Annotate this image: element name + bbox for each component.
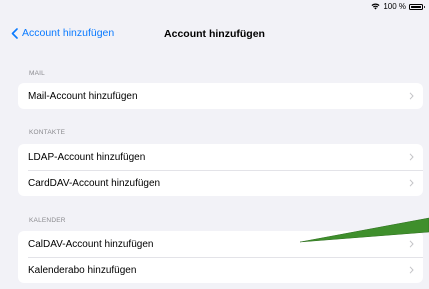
status-bar: 100 %: [0, 0, 429, 16]
battery-icon: [409, 3, 425, 10]
chevron-right-icon: [409, 266, 414, 274]
wifi-icon: [371, 3, 380, 10]
mail-group: Mail-Account hinzufügen: [18, 83, 423, 109]
chevron-right-icon: [409, 92, 414, 100]
calendar-group: CalDAV-Account hinzufügen Kalenderabo hi…: [18, 231, 423, 283]
section-header-mail: MAIL: [29, 70, 45, 77]
row-mail-account[interactable]: Mail-Account hinzufügen: [18, 83, 423, 109]
row-label: CalDAV-Account hinzufügen: [28, 238, 154, 250]
row-carddav-account[interactable]: CardDAV-Account hinzufügen: [18, 170, 423, 196]
row-label: Kalenderabo hinzufügen: [28, 264, 137, 276]
section-header-contacts: KONTAKTE: [29, 129, 66, 136]
navigation-bar: Account hinzufügen Account hinzufügen: [0, 20, 429, 48]
row-calendar-subscription[interactable]: Kalenderabo hinzufügen: [18, 257, 423, 283]
section-header-calendar: KALENDER: [29, 217, 66, 224]
chevron-right-icon: [409, 240, 414, 248]
row-ldap-account[interactable]: LDAP-Account hinzufügen: [18, 144, 423, 170]
row-label: Mail-Account hinzufügen: [28, 90, 138, 102]
chevron-right-icon: [409, 153, 414, 161]
page-title: Account hinzufügen: [164, 28, 265, 40]
battery-percentage: 100 %: [383, 2, 406, 11]
status-indicators: 100 %: [371, 2, 425, 11]
contacts-group: LDAP-Account hinzufügen CardDAV-Account …: [18, 144, 423, 196]
row-label: LDAP-Account hinzufügen: [28, 151, 146, 163]
row-caldav-account[interactable]: CalDAV-Account hinzufügen: [18, 231, 423, 257]
chevron-right-icon: [409, 179, 414, 187]
row-label: CardDAV-Account hinzufügen: [28, 177, 161, 189]
